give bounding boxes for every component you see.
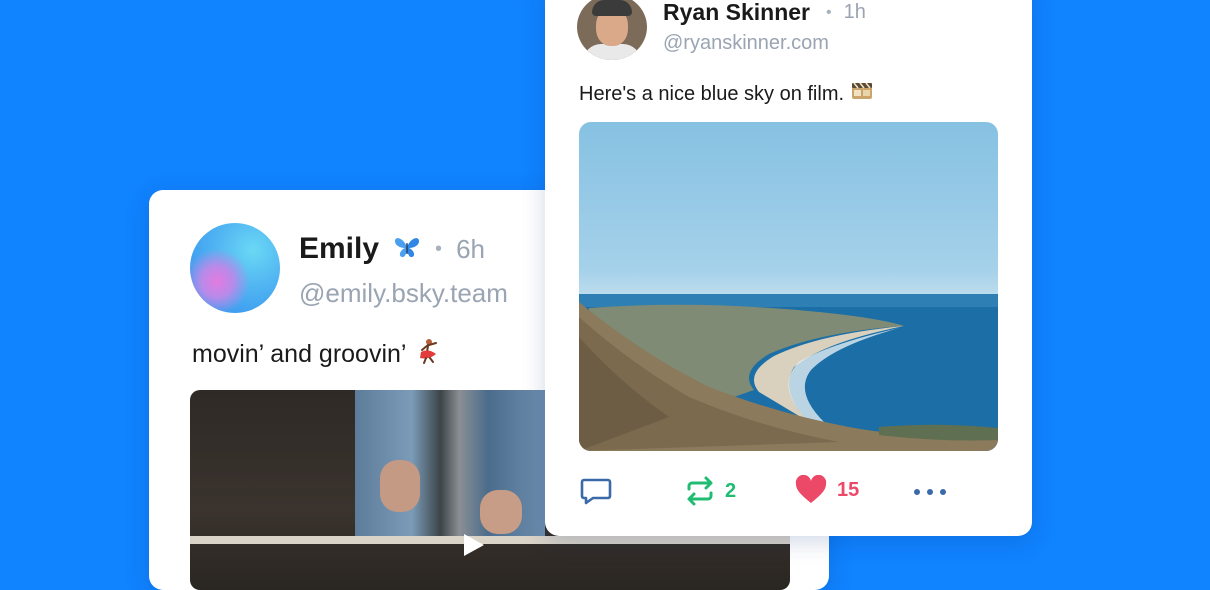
post-actions: 2 15 <box>579 475 998 507</box>
post-time[interactable]: 6h <box>456 234 485 265</box>
post-image[interactable] <box>579 122 998 451</box>
heart-icon <box>795 475 827 503</box>
post-text: movin’ and groovin’ <box>192 338 440 371</box>
like-button[interactable]: 15 <box>795 475 859 505</box>
separator-dot: • <box>826 3 832 21</box>
post-card-ryan[interactable]: Ryan Skinner • 1h @ryanskinner.com Here'… <box>545 0 1032 536</box>
repost-count: 2 <box>725 479 737 502</box>
more-icon[interactable] <box>913 488 947 496</box>
avatar[interactable] <box>577 0 647 60</box>
author-name[interactable]: Ryan Skinner <box>663 0 810 26</box>
like-count: 15 <box>837 478 860 501</box>
author-handle[interactable]: @emily.bsky.team <box>299 278 508 309</box>
repost-button[interactable]: 2 <box>683 475 736 507</box>
landscape-image <box>579 294 998 451</box>
post-time[interactable]: 1h <box>844 1 866 24</box>
avatar-cap <box>592 0 632 16</box>
dancer-icon <box>416 338 440 371</box>
repost-icon <box>687 476 713 506</box>
post-text: Here's a nice blue sky on film. <box>579 80 874 108</box>
post-text-content: movin’ and groovin’ <box>192 340 407 368</box>
separator-dot: • <box>435 237 443 260</box>
video-frame-hand <box>380 460 420 512</box>
reply-icon[interactable] <box>579 475 613 507</box>
play-icon[interactable] <box>458 530 488 560</box>
author-handle[interactable]: @ryanskinner.com <box>663 32 829 55</box>
post-text-content: Here's a nice blue sky on film. <box>579 82 845 105</box>
video-frame-hand <box>480 490 522 534</box>
video-frame-table <box>190 536 790 544</box>
author-name[interactable]: Emily <box>299 232 379 266</box>
film-icon <box>850 80 874 108</box>
post-header: Ryan Skinner • 1h <box>663 0 866 26</box>
avatar[interactable] <box>190 223 280 313</box>
post-header: Emily • 6h <box>299 232 485 266</box>
butterfly-icon <box>393 235 421 264</box>
avatar-shirt <box>583 44 641 60</box>
